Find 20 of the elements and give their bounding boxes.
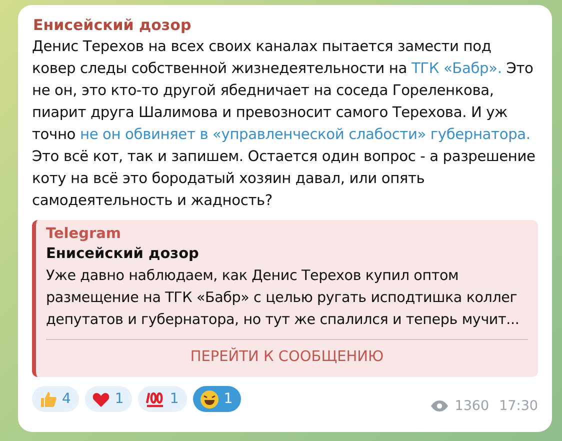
message-text: Денис Терехов на всех своих каналах пытается замести под ковер следы собственной жизнедеятельности на ТГК «Бабр». Это не он, это кто-то другой ябедничает на соседа Гореленкова, пиарит друга Шалимова и превозносит самого Терехова. И уж точно не он обвиняет в «управленческой слабости» губернатора. Это всё кот, так и запишем. Остается один вопрос - а разрешение коту на всё это бородатый хозяин давал, или опять самодеятельность и жадность? <box>32 37 536 211</box>
message-link[interactable]: ТГК «Бабр». <box>411 60 502 77</box>
laughing-emoji-icon <box>200 390 219 408</box>
reaction-button[interactable]: 1 <box>192 386 241 412</box>
eye-icon <box>430 400 449 412</box>
hundred-icon <box>144 390 165 408</box>
thumbs-up-icon <box>39 390 57 408</box>
reaction-button[interactable]: 1 <box>138 386 187 412</box>
forward-title: Енисейский дозор <box>46 245 200 264</box>
message-time: 17:30 <box>499 398 538 414</box>
message-link[interactable]: не он обвиняет в «управленческой слабости» <box>80 126 426 143</box>
go-to-message-button[interactable]: ПЕРЕЙТИ К СООБЩЕНИЮ <box>46 339 528 377</box>
reaction-button[interactable]: 4 <box>32 386 79 412</box>
forward-text: Уже давно наблюдаем, как Денис Терехов купил оптом размещение на ТГК «Бабр» с целью ругать исподтишка коллег депутатов и губернатора, но тут же спалился и теперь мучит... <box>46 267 520 330</box>
channel-name: Енисейский дозор <box>33 15 192 35</box>
view-count: 1360 <box>454 398 490 414</box>
reaction-button[interactable]: 1 <box>84 386 132 412</box>
heart-icon <box>92 390 110 408</box>
message-link[interactable]: губернатора. <box>430 126 530 143</box>
forward-source: Telegram <box>46 225 122 244</box>
